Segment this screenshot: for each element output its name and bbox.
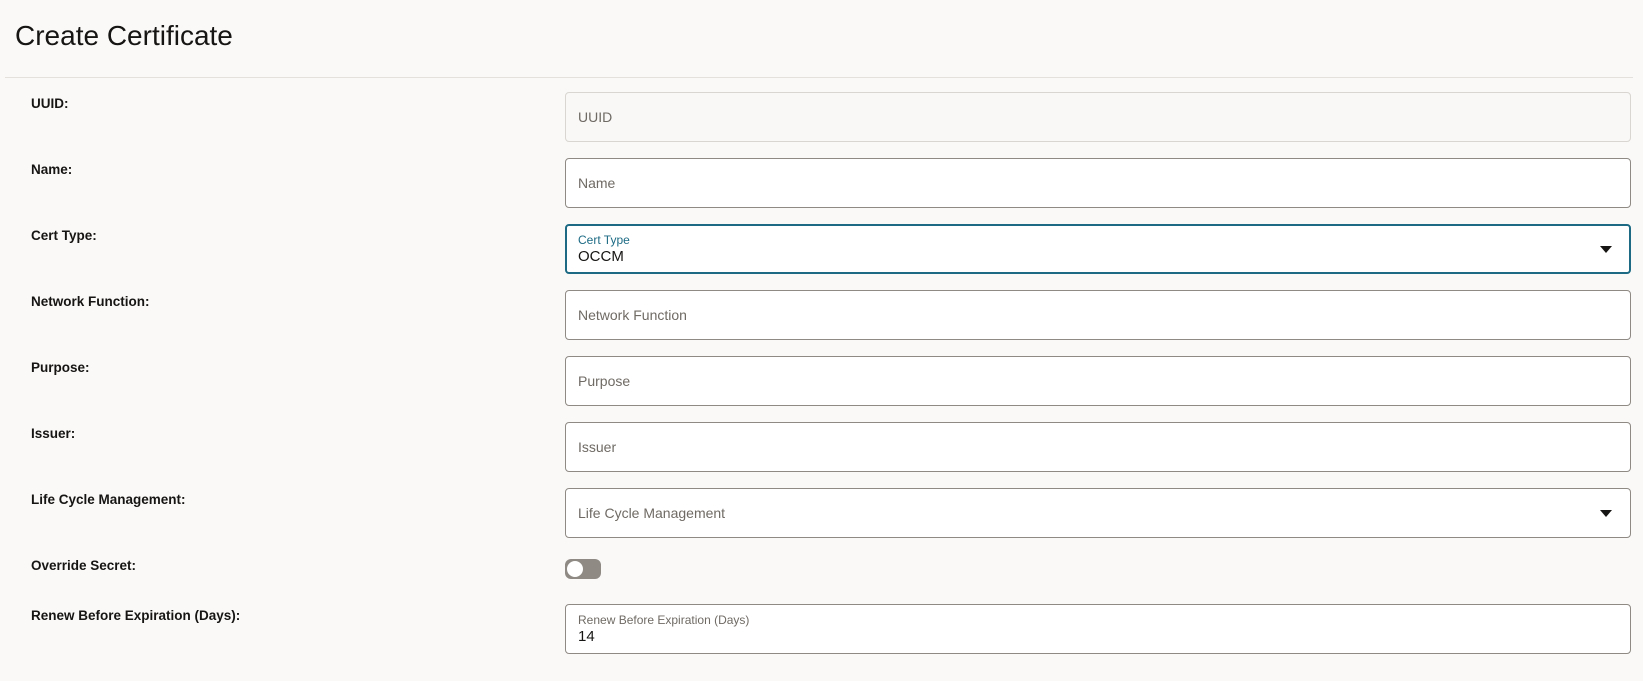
create-certificate-page: Create Certificate UUID: UUID Name: Name… — [0, 0, 1643, 681]
cert-type-select[interactable]: Cert Type OCCM — [565, 224, 1631, 274]
override-secret-toggle[interactable] — [565, 559, 601, 579]
life-cycle-management-placeholder: Life Cycle Management — [578, 505, 726, 521]
name-label: Name: — [31, 162, 73, 177]
renew-before-expiration-float-label: Renew Before Expiration (Days) — [578, 613, 750, 627]
cert-type-label: Cert Type: — [31, 228, 97, 243]
name-field[interactable]: Name — [565, 158, 1631, 208]
cert-type-float-label: Cert Type — [578, 233, 630, 247]
renew-before-expiration-field[interactable]: Renew Before Expiration (Days) 14 — [565, 604, 1631, 654]
override-secret-label: Override Secret: — [31, 558, 137, 573]
uuid-label: UUID: — [31, 96, 69, 111]
uuid-field[interactable]: UUID — [565, 92, 1631, 142]
issuer-placeholder: Issuer — [578, 439, 617, 455]
network-function-label: Network Function: — [31, 294, 150, 309]
network-function-placeholder: Network Function — [578, 307, 687, 323]
name-placeholder: Name — [578, 175, 616, 191]
network-function-field[interactable]: Network Function — [565, 290, 1631, 340]
uuid-placeholder: UUID — [578, 109, 613, 125]
cert-type-value: OCCM — [578, 248, 624, 265]
life-cycle-management-select[interactable]: Life Cycle Management — [565, 488, 1631, 538]
purpose-field[interactable]: Purpose — [565, 356, 1631, 406]
life-cycle-management-label: Life Cycle Management: — [31, 492, 186, 507]
renew-before-expiration-value: 14 — [578, 628, 595, 645]
issuer-label: Issuer: — [31, 426, 76, 441]
chevron-down-icon[interactable] — [1600, 510, 1612, 517]
renew-before-expiration-label: Renew Before Expiration (Days): — [31, 608, 241, 623]
purpose-placeholder: Purpose — [578, 373, 631, 389]
issuer-field[interactable]: Issuer — [565, 422, 1631, 472]
purpose-label: Purpose: — [31, 360, 90, 375]
title-divider — [5, 77, 1633, 78]
page-title: Create Certificate — [15, 20, 233, 51]
toggle-knob — [566, 560, 584, 578]
chevron-down-icon[interactable] — [1600, 246, 1612, 253]
